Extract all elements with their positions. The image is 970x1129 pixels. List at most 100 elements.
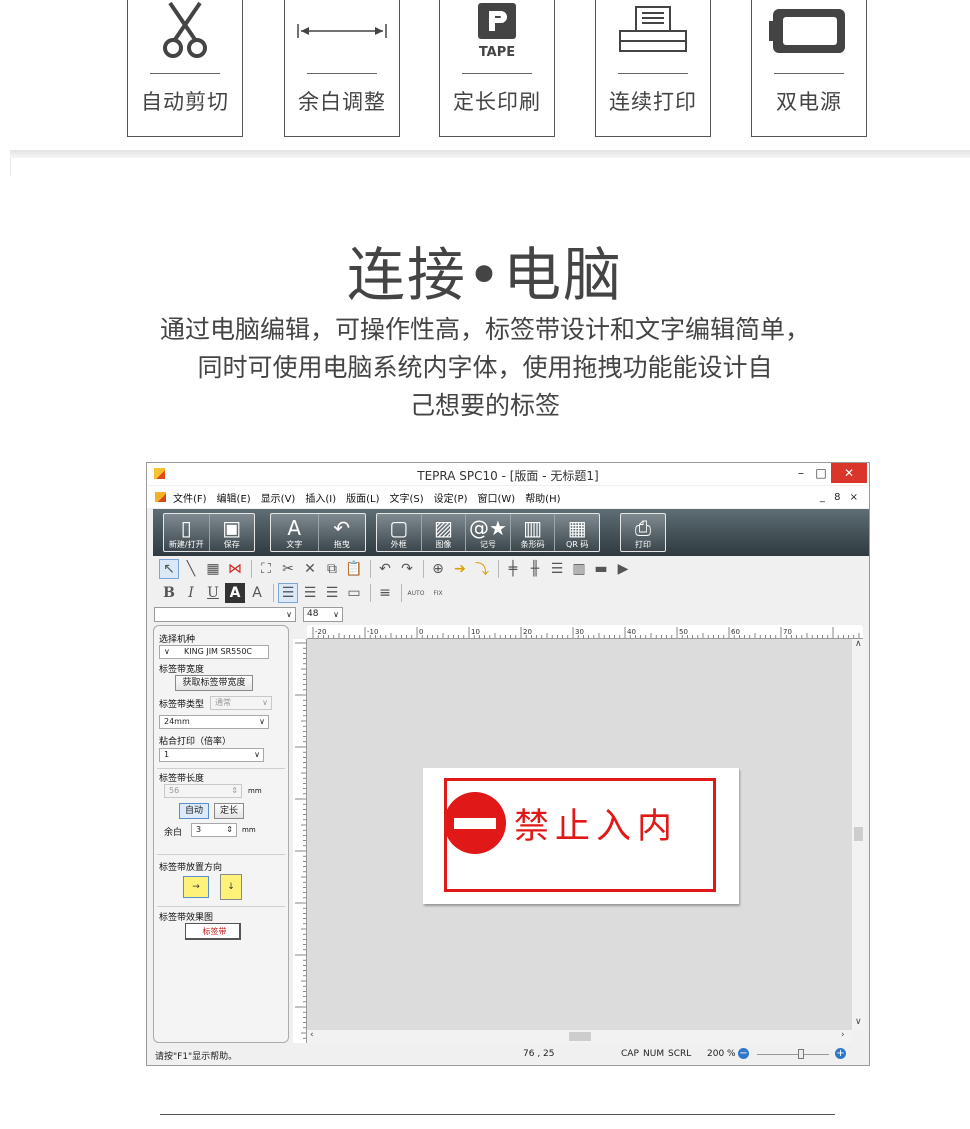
spin-icon: ⇕ bbox=[231, 786, 238, 795]
vertical-scrollbar[interactable]: ∧ ∨ bbox=[852, 639, 865, 1030]
text-button[interactable]: A 文字 bbox=[271, 514, 319, 551]
barcode-button[interactable]: ▥ 条形码 bbox=[511, 514, 556, 551]
zoom-slider-thumb[interactable] bbox=[798, 1049, 804, 1059]
description-line-3: 己想要的标签 bbox=[409, 391, 560, 420]
chevron-down-icon: ∨ bbox=[164, 647, 170, 656]
tape-size-select[interactable]: 24mm ∨ bbox=[159, 715, 269, 729]
menu-view[interactable]: 显示(V) bbox=[261, 490, 296, 505]
distribute-icon[interactable]: ☰ bbox=[547, 559, 567, 579]
horizontal-direction-button[interactable]: → bbox=[183, 876, 209, 898]
font-size-combo[interactable]: 48 ∨ bbox=[303, 607, 343, 622]
tape-type-select[interactable]: 通常 ∨ bbox=[210, 696, 272, 710]
menu-edit[interactable]: 编辑(E) bbox=[217, 490, 251, 505]
direction-icon[interactable]: ➔ bbox=[450, 559, 470, 579]
get-tape-width-button[interactable]: 获取标签带宽度 bbox=[175, 675, 253, 691]
arrow-rect-icon[interactable]: ▶ bbox=[613, 559, 633, 579]
zoom-slider[interactable] bbox=[757, 1054, 829, 1055]
vertical-direction-button[interactable]: ↓ bbox=[220, 874, 242, 900]
group-divider bbox=[157, 906, 285, 907]
label-preview[interactable]: 禁止入内 bbox=[423, 768, 739, 904]
zoom-level: 200 % bbox=[707, 1049, 736, 1059]
pointer-icon[interactable]: ↖ bbox=[159, 559, 179, 579]
paste-print-select[interactable]: 1 ∨ bbox=[159, 748, 264, 762]
frame-button[interactable]: ▢ 外框 bbox=[377, 514, 422, 551]
status-bar: 请按"F1"显示帮助。 76 , 25 CAP NUM SCRL 200 % −… bbox=[147, 1045, 869, 1065]
scroll-up-icon[interactable]: ∧ bbox=[855, 639, 862, 649]
select-area-icon[interactable]: ⛶ bbox=[256, 559, 276, 579]
menu-file[interactable]: 文件(F) bbox=[173, 490, 207, 505]
toolbar-separator bbox=[273, 584, 274, 602]
align-left-icon[interactable]: ☰ bbox=[278, 583, 298, 603]
maximize-button[interactable]: □ bbox=[809, 463, 833, 483]
file-group: ▯ 新建/打开 ▣ 保存 bbox=[163, 513, 255, 552]
scroll-left-icon[interactable]: ‹ bbox=[310, 1030, 314, 1040]
model-label: 选择机种 bbox=[159, 635, 196, 645]
menu-help[interactable]: 帮助(H) bbox=[525, 490, 560, 505]
font-effect-button[interactable]: A bbox=[247, 583, 267, 603]
fix-size-icon[interactable]: FIX bbox=[428, 583, 448, 603]
zoom-out-icon[interactable]: − bbox=[738, 1048, 749, 1059]
ruler-label: 70 bbox=[783, 628, 792, 636]
save-button[interactable]: ▣ 保存 bbox=[210, 514, 255, 551]
drag-button[interactable]: ↶ 拖曳 bbox=[319, 514, 366, 551]
undo-icon[interactable]: ↶ bbox=[375, 559, 395, 579]
symbol-button[interactable]: @★ 记号 bbox=[466, 514, 511, 551]
scroll-down-icon[interactable]: ∨ bbox=[855, 1017, 862, 1027]
tape-length-input[interactable]: 56 ⇕ bbox=[164, 784, 242, 798]
vertical-ruler bbox=[293, 639, 307, 1043]
symbol-icon: @★ bbox=[469, 516, 507, 540]
rotate-icon[interactable]: ⤵ bbox=[472, 559, 492, 579]
copy-icon[interactable]: ⧉ bbox=[322, 559, 342, 579]
line-spacing-icon[interactable]: ≡ bbox=[375, 583, 395, 603]
frame-icon: ▢ bbox=[389, 516, 409, 540]
menu-window[interactable]: 窗口(W) bbox=[477, 490, 515, 505]
horizontal-scrollbar[interactable]: ‹ › bbox=[307, 1030, 852, 1043]
distribute-v-icon[interactable]: ▥ bbox=[569, 559, 589, 579]
menu-insert[interactable]: 插入(I) bbox=[305, 490, 336, 505]
align-center-icon[interactable]: ☰ bbox=[300, 583, 320, 603]
table-icon[interactable]: ▦ bbox=[203, 559, 223, 579]
underline-button[interactable]: U bbox=[203, 583, 223, 603]
model-select[interactable]: ∨ KING JIM SR550C bbox=[159, 645, 269, 659]
italic-button[interactable]: I bbox=[181, 583, 201, 603]
status-scrl: SCRL bbox=[668, 1049, 692, 1059]
menu-settings[interactable]: 设定(P) bbox=[434, 490, 468, 505]
merge-icon[interactable]: ⊕ bbox=[428, 559, 448, 579]
round-rect-icon[interactable]: ▬ bbox=[591, 559, 611, 579]
fixed-length-button[interactable]: 定长 bbox=[214, 803, 244, 819]
mdi-controls[interactable]: _ 8 × bbox=[820, 492, 861, 503]
ribbon-icon[interactable]: ⋈ bbox=[225, 559, 245, 579]
auto-length-button[interactable]: 自动 bbox=[179, 803, 209, 819]
label-text[interactable]: 禁止入内 bbox=[514, 798, 678, 849]
align-v-icon[interactable]: ╫ bbox=[525, 559, 545, 579]
cut-icon[interactable]: ✂ bbox=[278, 559, 298, 579]
qr-code-button[interactable]: ▦ QR 码 bbox=[555, 514, 599, 551]
feature-divider bbox=[774, 73, 844, 74]
font-combo[interactable]: ∨ bbox=[154, 607, 296, 622]
paste-icon[interactable]: 📋 bbox=[344, 559, 364, 579]
app-window: TEPRA SPC10 - [版面 - 无标题1] – □ ✕ 文件(F) 编辑… bbox=[146, 462, 870, 1066]
bold-button[interactable]: B bbox=[159, 583, 179, 603]
line-icon[interactable]: ╲ bbox=[181, 559, 201, 579]
menu-layout[interactable]: 版面(L) bbox=[346, 490, 379, 505]
print-button[interactable]: ⎙ 打印 bbox=[621, 514, 665, 551]
align-h-icon[interactable]: ╪ bbox=[503, 559, 523, 579]
menu-text[interactable]: 文字(S) bbox=[389, 490, 423, 505]
horizontal-scroll-thumb[interactable] bbox=[569, 1032, 591, 1041]
auto-fit-icon[interactable]: AUTO bbox=[406, 583, 426, 603]
redo-icon[interactable]: ↷ bbox=[397, 559, 417, 579]
close-button[interactable]: ✕ bbox=[831, 463, 867, 483]
qr-code-icon: ▦ bbox=[567, 516, 587, 540]
image-button[interactable]: ▨ 图像 bbox=[422, 514, 467, 551]
zoom-in-icon[interactable]: + bbox=[835, 1048, 846, 1059]
margin-input[interactable]: 3 ⇕ bbox=[191, 823, 237, 837]
design-canvas[interactable]: 禁止入内 bbox=[307, 639, 852, 1030]
vertical-scroll-thumb[interactable] bbox=[854, 827, 863, 841]
description-line-1: 通过电脑编辑，可操作性高，标签带设计和文字编辑简单， bbox=[159, 315, 810, 344]
scroll-right-icon[interactable]: › bbox=[841, 1030, 845, 1040]
new-open-button[interactable]: ▯ 新建/打开 bbox=[164, 514, 210, 551]
text-box-icon[interactable]: ▭ bbox=[344, 583, 364, 603]
delete-icon[interactable]: ✕ bbox=[300, 559, 320, 579]
invert-button[interactable]: A bbox=[225, 583, 245, 603]
align-right-icon[interactable]: ☰ bbox=[322, 583, 342, 603]
